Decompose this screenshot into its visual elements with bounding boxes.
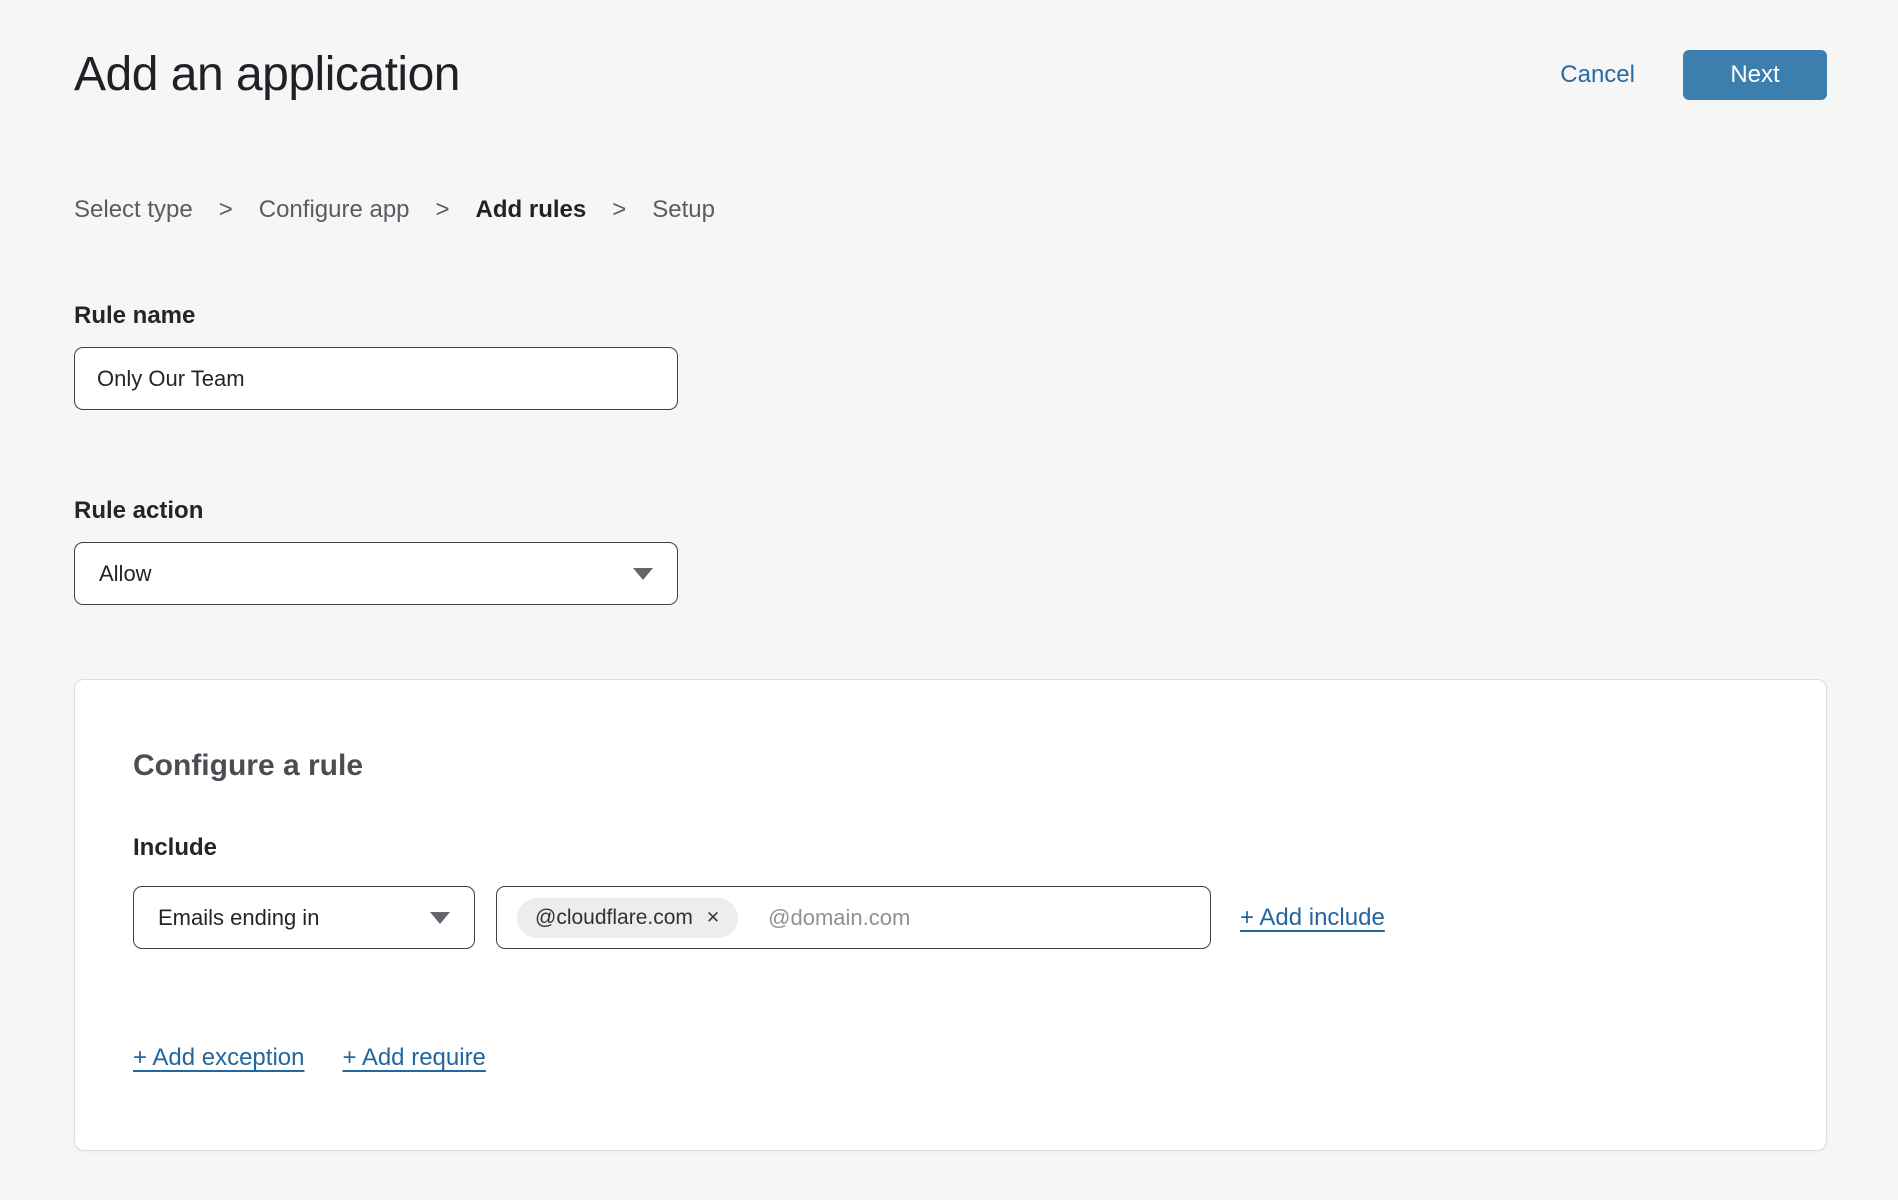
rule-action-label: Rule action [74, 497, 1827, 525]
cancel-button[interactable]: Cancel [1560, 61, 1635, 89]
rule-name-label: Rule name [74, 302, 1827, 330]
rule-name-input[interactable] [74, 347, 678, 410]
next-button[interactable]: Next [1683, 50, 1827, 100]
email-domains-tag-input[interactable]: @cloudflare.com ✕ [496, 886, 1211, 949]
domain-entry-input[interactable] [768, 905, 1190, 931]
add-exception-link[interactable]: + Add exception [133, 1043, 304, 1073]
page-title: Add an application [74, 46, 460, 104]
rule-action-select[interactable]: Allow [74, 542, 678, 605]
chevron-down-icon [430, 912, 450, 924]
breadcrumb-separator: > [612, 196, 626, 224]
header-actions: Cancel Next [1560, 50, 1827, 100]
breadcrumb-separator: > [436, 196, 450, 224]
rule-card-title: Configure a rule [133, 748, 1768, 784]
add-application-page: Add an application Cancel Next Select ty… [0, 0, 1898, 1151]
breadcrumb-step-setup[interactable]: Setup [652, 196, 715, 224]
include-criteria-select[interactable]: Emails ending in [133, 886, 475, 949]
breadcrumb-separator: > [219, 196, 233, 224]
chevron-down-icon [633, 568, 653, 580]
page-header: Add an application Cancel Next [74, 0, 1827, 104]
email-domain-tag: @cloudflare.com ✕ [517, 898, 738, 938]
add-include-link[interactable]: + Add include [1240, 904, 1385, 932]
configure-rule-card: Configure a rule Include Emails ending i… [74, 679, 1827, 1151]
breadcrumb-step-add-rules: Add rules [476, 196, 587, 224]
include-rule-row: Emails ending in @cloudflare.com ✕ + Add… [133, 886, 1768, 949]
remove-tag-icon[interactable]: ✕ [706, 909, 720, 926]
include-label: Include [133, 834, 1768, 862]
add-require-link[interactable]: + Add require [342, 1043, 485, 1073]
email-domain-tag-text: @cloudflare.com [535, 906, 693, 930]
breadcrumb-step-select-type[interactable]: Select type [74, 196, 193, 224]
rule-action-selected-value: Allow [99, 561, 152, 587]
breadcrumb: Select type > Configure app > Add rules … [74, 196, 1827, 224]
include-criteria-selected-value: Emails ending in [158, 905, 319, 931]
rule-card-links: + Add exception + Add require [133, 1043, 1768, 1073]
breadcrumb-step-configure-app[interactable]: Configure app [259, 196, 410, 224]
